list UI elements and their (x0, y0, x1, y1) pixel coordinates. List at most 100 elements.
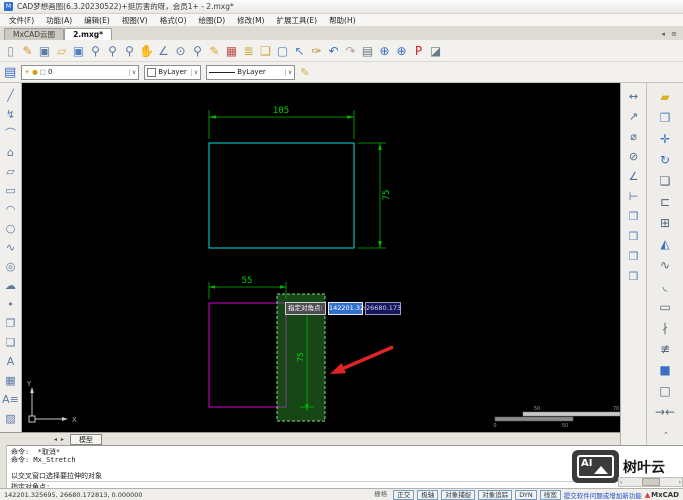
attribute-icon[interactable]: A≡ (2, 390, 20, 409)
dim-linear-icon[interactable]: ↔ (624, 87, 644, 107)
new-file-icon[interactable]: ▯ (2, 42, 19, 60)
dim-aligned-icon[interactable]: ↗ (624, 107, 644, 127)
dynamic-input-x-field[interactable]: 142201.326 (328, 302, 368, 315)
toggle-polar[interactable]: 极轴 (417, 489, 439, 500)
menu-modify[interactable]: 修改(M) (231, 15, 270, 26)
scroll-right-icon[interactable]: › (679, 479, 681, 486)
block-insert-icon[interactable]: ❐ (2, 314, 20, 333)
image-insert-icon[interactable]: ▦ (2, 371, 20, 390)
revcloud-icon[interactable]: ☁ (2, 276, 20, 295)
text-icon[interactable]: A (2, 352, 20, 371)
dim-angular-icon[interactable]: ∠ (624, 167, 644, 187)
erase-icon[interactable]: ▰ (654, 87, 676, 108)
toggle-otrack[interactable]: 对象追踪 (478, 489, 513, 500)
menu-edit[interactable]: 编辑(E) (78, 15, 116, 26)
sketch-icon[interactable]: ✎ (19, 42, 36, 60)
trim-icon[interactable]: ≢ (654, 339, 676, 360)
paste-icon[interactable]: ❒ (624, 247, 644, 267)
fillet-icon[interactable]: ◟ (654, 276, 676, 297)
point-icon[interactable]: • (2, 295, 20, 314)
line-icon[interactable]: ╱ (2, 86, 20, 105)
color-dropdown[interactable]: ByLayer ∨ (144, 64, 202, 80)
tab-scroll-arrows-icon[interactable]: ◂ ≡ (661, 30, 679, 38)
drawing-canvas[interactable]: 105 75 55 75 X Y 50 70 0 50 指定对角点: 14220… (22, 83, 620, 432)
zoom-window-icon[interactable]: ⚲ (104, 42, 121, 60)
solid-box-icon[interactable]: ■ (654, 360, 676, 381)
spline-edit-icon[interactable]: ∿ (654, 255, 676, 276)
polygon2-icon[interactable]: ▱ (2, 162, 20, 181)
copy-clip-icon[interactable]: ❒ (624, 207, 644, 227)
toggle-osnap[interactable]: 对象捕捉 (441, 489, 476, 500)
draw-pencil-icon[interactable]: ✎ (206, 42, 223, 60)
toggle-ortho[interactable]: 正交 (393, 489, 415, 500)
measure-icon[interactable]: ∠ (155, 42, 172, 60)
pan-icon[interactable]: ✋ (138, 42, 155, 60)
polygon-icon[interactable]: ⌂ (2, 143, 20, 162)
block-create-icon[interactable]: ❏ (2, 333, 20, 352)
menu-view[interactable]: 视图(V) (116, 15, 154, 26)
scrollbar-thumb[interactable] (641, 478, 660, 486)
layer-manager-icon[interactable]: ▤ (4, 65, 16, 80)
zoom-object-icon[interactable]: ⊙ (172, 42, 189, 60)
linetype-dropdown[interactable]: ByLayer ∨ (206, 64, 296, 80)
hatch-icon[interactable]: ▨ (2, 409, 20, 428)
save-as-icon[interactable]: ▣ (70, 42, 87, 60)
break-icon[interactable]: ∤ (654, 318, 676, 339)
menu-draw[interactable]: 绘图(D) (193, 15, 232, 26)
image-export-icon[interactable]: ◪ (427, 42, 444, 60)
scroll-left-icon[interactable]: ‹ (620, 479, 622, 486)
print-icon[interactable]: ▤ (359, 42, 376, 60)
menu-format[interactable]: 格式(O) (154, 15, 193, 26)
dim-radius-icon[interactable]: ⊘ (624, 147, 644, 167)
dim-diameter-icon[interactable]: ⌀ (624, 127, 644, 147)
circle-icon[interactable]: ○ (2, 219, 20, 238)
panel-scroll-up-icon[interactable]: ⌃ (663, 431, 669, 439)
page-icon[interactable]: ❏ (257, 42, 274, 60)
menu-file[interactable]: 文件(F) (3, 15, 40, 26)
redo-icon[interactable]: ↷ (342, 42, 359, 60)
chamfer-icon[interactable]: ▭ (654, 297, 676, 318)
web-icon[interactable]: ⊕ (376, 42, 393, 60)
toggle-grid[interactable]: 栅格 (371, 490, 390, 500)
rotate-icon[interactable]: ↻ (654, 150, 676, 171)
export-icon[interactable]: ▢ (274, 42, 291, 60)
ellipse-icon[interactable]: ◎ (2, 257, 20, 276)
offset-icon[interactable]: ⊏ (654, 192, 676, 213)
mtext-icon[interactable]: ≣ (240, 42, 257, 60)
stretch-icon[interactable]: ❏ (654, 171, 676, 192)
feedback-link[interactable]: 提交软件问题或增加新功能 (564, 490, 642, 500)
mirror-icon[interactable]: ◭ (654, 234, 676, 255)
toggle-dyn[interactable]: DYN (515, 489, 537, 500)
toggle-lineweight[interactable]: 线宽 (539, 489, 561, 500)
move-icon[interactable]: ✛ (654, 129, 676, 150)
arc-3pt-icon[interactable]: ◠ (2, 200, 20, 219)
pdf-export-icon[interactable]: P (410, 42, 427, 60)
copy-icon[interactable]: ❐ (654, 108, 676, 129)
rectangle-icon[interactable]: ▭ (2, 181, 20, 200)
magenta-rectangle[interactable] (208, 302, 287, 408)
command-window-grip[interactable] (0, 445, 7, 488)
layer-dropdown[interactable]: ☀ ● □ 0 ∨ (21, 64, 140, 80)
tab-mxcad-cloud[interactable]: MxCAD云图 (4, 28, 65, 40)
dynamic-input-y-field[interactable]: 26680.173 (365, 302, 401, 315)
zoom-in-icon[interactable]: ⚲ (87, 42, 104, 60)
web-publish-icon[interactable]: ⊕ (393, 42, 410, 60)
undo-icon[interactable]: ↶ (325, 42, 342, 60)
array-icon[interactable]: ⊞ (654, 213, 676, 234)
region-icon[interactable]: □ (654, 381, 676, 402)
tab-model[interactable]: 模型 (69, 433, 102, 445)
match-properties-icon[interactable]: ✑ (308, 42, 325, 60)
copy-base-icon[interactable]: ❐ (624, 227, 644, 247)
horizontal-scrollbar[interactable]: ‹ › (618, 477, 683, 487)
layout-nav-arrows[interactable]: ◂ ▸ (54, 436, 65, 443)
zoom-scale-icon[interactable]: ⚲ (189, 42, 206, 60)
arc-icon[interactable]: ⌒ (2, 124, 20, 143)
cyan-rectangle[interactable] (208, 142, 355, 249)
menu-ext-tools[interactable]: 扩展工具(E) (270, 15, 323, 26)
menu-help[interactable]: 帮助(H) (323, 15, 362, 26)
zoom-extents-icon[interactable]: ⚲ (121, 42, 138, 60)
menu-function[interactable]: 功能(A) (40, 15, 78, 26)
join-icon[interactable]: →← (654, 402, 676, 423)
select-icon[interactable]: ↖ (291, 42, 308, 60)
dim-quick-icon[interactable]: ⊢ (624, 187, 644, 207)
